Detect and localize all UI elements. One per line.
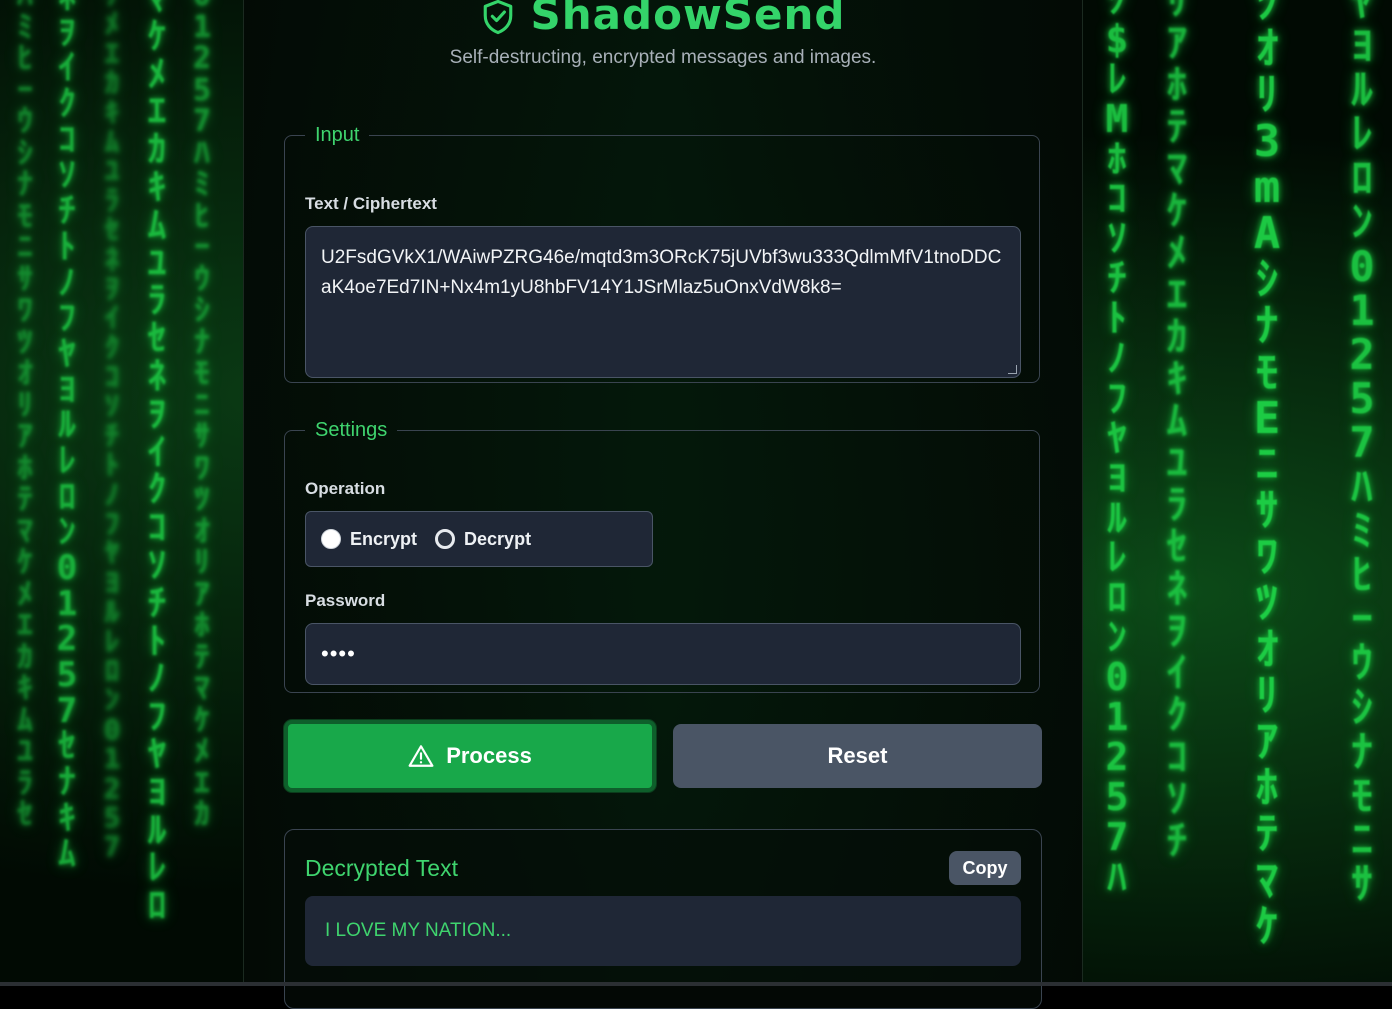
settings-section: Settings Operation Encrypt Decrypt Passw… (284, 419, 1040, 693)
radio-decrypt-label: Decrypt (464, 528, 532, 549)
window-bottom-border (0, 982, 1392, 986)
radio-encrypt-indicator[interactable] (321, 529, 341, 549)
operation-label: Operation (305, 479, 386, 498)
ciphertext-label: Text / Ciphertext (305, 194, 437, 213)
radio-encrypt-label: Encrypt (350, 528, 418, 549)
reset-button-label: Reset (827, 743, 888, 768)
radio-decrypt-indicator[interactable] (435, 529, 456, 549)
operation-radio-group: Encrypt Decrypt (305, 511, 653, 567)
decrypted-text-value: I LOVE MY NATION... (325, 920, 512, 941)
process-button-label: Process (446, 743, 532, 768)
main-panel: ShadowSend Self-destructing, encrypted m… (243, 0, 1083, 1009)
radio-decrypt[interactable]: Decrypt (435, 529, 531, 550)
settings-legend: Settings (315, 419, 388, 441)
resize-handle-icon[interactable] (1008, 365, 1017, 374)
app-subtitle: Self-destructing, encrypted messages and… (449, 47, 877, 68)
header: ShadowSend Self-destructing, encrypted m… (244, 0, 1082, 69)
shield-check-icon (483, 0, 512, 34)
reset-button[interactable]: Reset (673, 724, 1042, 788)
copy-button[interactable]: Copy (949, 851, 1021, 885)
app-title: ShadowSend (530, 0, 846, 39)
ciphertext-textarea[interactable]: U2FsdGVkX1/WAiwPZRG46e/mqtd3m3ORcK75jUVb… (305, 226, 1021, 378)
decrypted-text-output: I LOVE MY NATION... (305, 896, 1021, 966)
radio-encrypt[interactable]: Encrypt (321, 529, 417, 550)
ciphertext-value: U2FsdGVkX1/WAiwPZRG46e/mqtd3m3ORcK75jUVb… (321, 247, 1002, 298)
input-section: Input Text / Ciphertext U2FsdGVkX1/WAiwP… (284, 124, 1040, 383)
warning-triangle-icon (408, 745, 434, 767)
password-value: •••• (321, 641, 356, 666)
result-title: Decrypted Text (305, 855, 458, 881)
process-button[interactable]: Process (284, 720, 656, 792)
password-input[interactable]: •••• (305, 623, 1021, 685)
password-label: Password (305, 591, 386, 610)
input-legend: Input (315, 124, 360, 146)
